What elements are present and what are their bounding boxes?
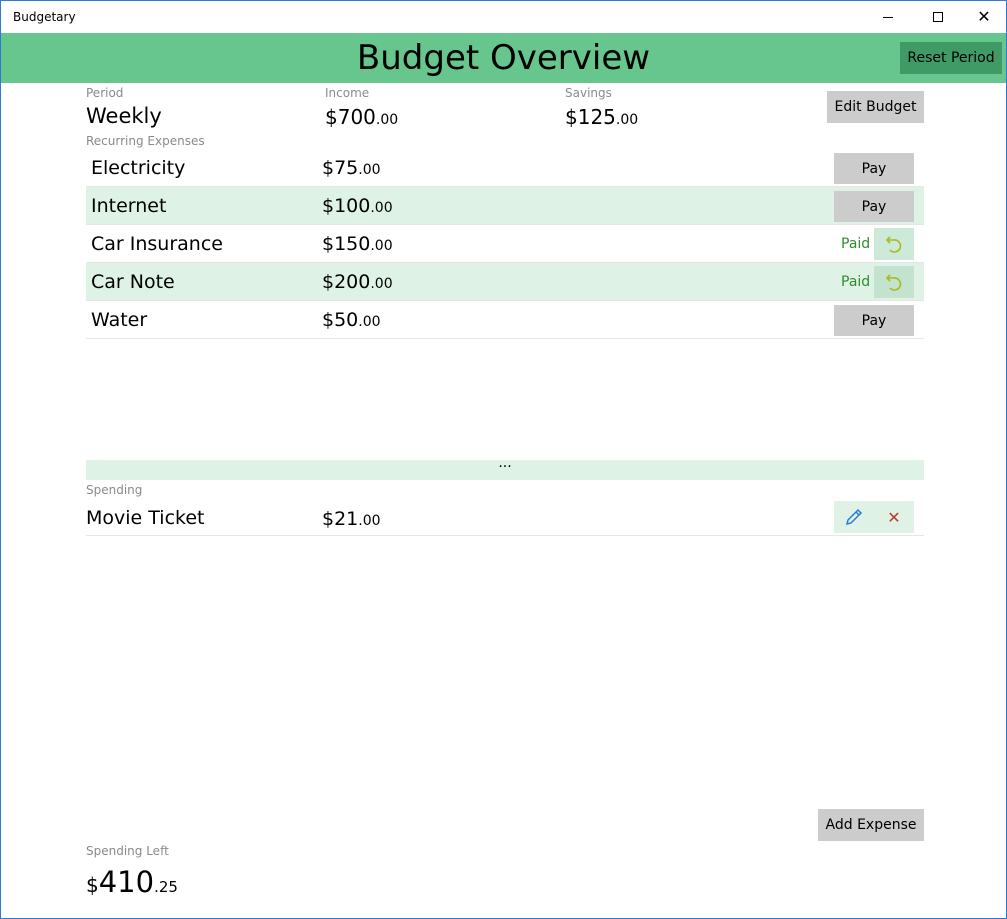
pencil-icon xyxy=(845,508,863,526)
maximize-button[interactable] xyxy=(915,1,961,33)
edit-spending-button[interactable] xyxy=(834,501,874,533)
minimize-button[interactable] xyxy=(865,1,911,33)
maximize-icon xyxy=(933,12,943,22)
amount-whole: $100 xyxy=(322,195,371,217)
edit-budget-button[interactable]: Edit Budget xyxy=(827,91,924,123)
spending-left-cents: .25 xyxy=(154,878,178,896)
expense-amount: $200.00 xyxy=(322,271,393,293)
expense-name: Electricity xyxy=(91,157,186,179)
section-expander[interactable]: ··· xyxy=(86,460,924,480)
savings-value: $125.00 xyxy=(565,105,638,129)
page-header: Budget Overview xyxy=(1,33,1006,83)
expense-amount: $50.00 xyxy=(322,309,381,331)
amount-cents: .00 xyxy=(370,238,393,254)
recurring-row: Internet $100.00 Pay xyxy=(86,187,924,225)
income-whole: $700 xyxy=(325,105,376,129)
amount-cents: .00 xyxy=(370,200,393,216)
recurring-row: Car Note $200.00 Paid xyxy=(86,263,924,301)
amount-cents: .00 xyxy=(358,162,381,178)
minimize-icon xyxy=(883,16,893,18)
expense-name: Car Note xyxy=(91,271,175,293)
close-icon: ✕ xyxy=(977,7,991,26)
amount-whole: $75 xyxy=(322,157,359,179)
page-title: Budget Overview xyxy=(356,38,651,78)
undo-payment-button[interactable] xyxy=(874,228,914,260)
period-label: Period xyxy=(86,86,124,100)
add-expense-button[interactable]: Add Expense xyxy=(818,809,924,841)
undo-icon xyxy=(885,274,902,291)
spending-left-value: $410.25 xyxy=(86,865,178,899)
paid-status: Paid xyxy=(841,236,871,252)
title-bar: Budgetary ✕ xyxy=(1,1,1006,33)
pay-button[interactable]: Pay xyxy=(834,191,914,222)
spending-row: Movie Ticket $21.00 ✕ xyxy=(86,501,924,536)
undo-icon xyxy=(885,236,902,253)
recurring-expenses-label: Recurring Expenses xyxy=(86,134,205,148)
income-value: $700.00 xyxy=(325,105,398,129)
amount-whole: $200 xyxy=(322,271,371,293)
income-label: Income xyxy=(325,86,370,100)
expense-name: Car Insurance xyxy=(91,233,223,255)
spending-label: Spending xyxy=(86,483,143,497)
savings-cents: .00 xyxy=(615,112,639,128)
app-title: Budgetary xyxy=(13,10,76,24)
amount-cents: .00 xyxy=(358,513,381,529)
delete-icon: ✕ xyxy=(887,507,901,527)
expense-name: Water xyxy=(91,309,148,331)
spending-amount: $21.00 xyxy=(322,508,381,530)
paid-status: Paid xyxy=(841,274,871,290)
delete-spending-button[interactable]: ✕ xyxy=(874,501,914,533)
amount-whole: $21 xyxy=(322,508,359,530)
expense-amount: $150.00 xyxy=(322,233,393,255)
savings-whole: $125 xyxy=(565,105,616,129)
income-cents: .00 xyxy=(375,112,399,128)
period-value: Weekly xyxy=(86,104,162,128)
expense-amount: $75.00 xyxy=(322,157,381,179)
expense-amount: $100.00 xyxy=(322,195,393,217)
close-button[interactable]: ✕ xyxy=(961,1,1007,33)
spending-left-whole: 410 xyxy=(98,865,155,899)
app-window: Budgetary ✕ Budget Overview Reset Period… xyxy=(0,0,1007,919)
amount-whole: $50 xyxy=(322,309,359,331)
undo-payment-button[interactable] xyxy=(874,266,914,298)
expense-name: Internet xyxy=(91,195,167,217)
amount-whole: $150 xyxy=(322,233,371,255)
recurring-row: Electricity $75.00 Pay xyxy=(86,149,924,187)
recurring-row: Water $50.00 Pay xyxy=(86,301,924,339)
pay-button[interactable]: Pay xyxy=(834,305,914,336)
currency-symbol: $ xyxy=(86,873,99,897)
spending-left-label: Spending Left xyxy=(86,844,169,858)
amount-cents: .00 xyxy=(358,314,381,330)
pay-button[interactable]: Pay xyxy=(834,153,914,184)
spending-name: Movie Ticket xyxy=(86,507,205,529)
recurring-row: Car Insurance $150.00 Paid xyxy=(86,225,924,263)
savings-label: Savings xyxy=(565,86,612,100)
amount-cents: .00 xyxy=(370,276,393,292)
reset-period-button[interactable]: Reset Period xyxy=(900,42,1002,74)
